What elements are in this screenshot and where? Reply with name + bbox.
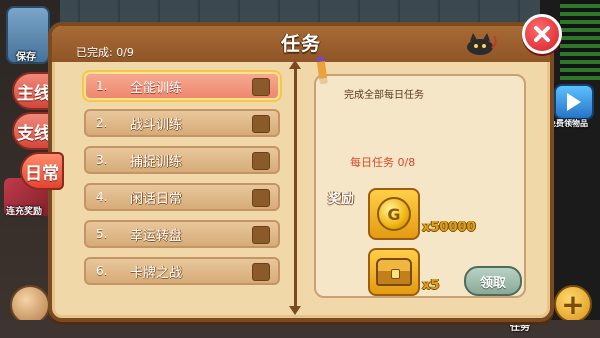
play-icon <box>567 93 581 111</box>
task-name: 战斗训练 <box>130 117 183 133</box>
claim-button[interactable]: 领取 <box>464 266 522 296</box>
task-number: 6. <box>96 264 108 278</box>
scroll-down-icon[interactable] <box>289 306 301 315</box>
task-checkbox <box>252 189 270 207</box>
tab-daily-label: 日常 <box>25 163 59 184</box>
task-number: 2. <box>96 116 108 130</box>
task-name: 卡牌之战 <box>130 265 183 281</box>
gold-coin-icon: G <box>377 197 411 231</box>
task-panel: 任务 已完成: 0/9 1. 全能训练 2. 战斗训练 3. 捕捉训练 4. 闲… <box>48 22 554 322</box>
task-number: 5. <box>96 227 108 241</box>
storage-label: 保存 <box>16 52 36 63</box>
task-detail-card: 完成全部每日任务 每日任务 0/8 奖励 G x50000 x5 <box>314 74 526 298</box>
signal-bars-decoration <box>560 0 600 80</box>
task-checkbox <box>252 78 270 96</box>
daily-progress: 每日任务 0/8 <box>350 156 416 169</box>
task-row-5[interactable]: 5. 幸运转盘 <box>84 220 280 248</box>
task-name: 全能训练 <box>130 80 183 96</box>
chest-qty: x5 <box>422 278 440 293</box>
tab-daily[interactable]: 日常 <box>20 152 64 190</box>
tab-side-quest-label: 支线 <box>17 123 51 144</box>
task-description: 完成全部每日任务 <box>344 90 424 101</box>
task-row-3[interactable]: 3. 捕捉训练 <box>84 146 280 174</box>
streak-reward-label: 连充奖励 <box>6 207 43 217</box>
task-name: 捕捉训练 <box>130 154 183 170</box>
task-checkbox <box>252 263 270 281</box>
close-icon <box>534 26 550 42</box>
function-button[interactable]: + <box>554 285 592 323</box>
task-checkbox <box>252 226 270 244</box>
task-number: 1. <box>96 79 108 93</box>
task-name: 闲话日常 <box>130 191 183 207</box>
task-checkbox <box>252 152 270 170</box>
video-play-button[interactable] <box>554 84 594 120</box>
chest-reward <box>368 248 420 296</box>
pet-icon[interactable] <box>10 285 50 325</box>
task-name: 幸运转盘 <box>130 228 183 244</box>
close-button[interactable] <box>522 14 562 54</box>
task-number: 4. <box>96 190 108 204</box>
reward-label: 奖励 <box>328 192 355 207</box>
task-row-6[interactable]: 6. 卡牌之战 <box>84 257 280 285</box>
video-label: 免费领物品 <box>548 119 588 128</box>
scrollbar[interactable] <box>294 66 297 310</box>
gold-qty: x50000 <box>422 220 476 235</box>
tab-main-quest-label: 主线 <box>17 83 51 104</box>
task-checkbox <box>252 115 270 133</box>
task-number: 3. <box>96 153 108 167</box>
plus-icon: + <box>561 287 585 321</box>
task-list: 1. 全能训练 2. 战斗训练 3. 捕捉训练 4. 闲话日常 5. 幸运转盘 … <box>66 66 288 318</box>
task-row-4[interactable]: 4. 闲话日常 <box>84 183 280 211</box>
task-row-2[interactable]: 2. 战斗训练 <box>84 109 280 137</box>
gold-coin-reward: G <box>368 188 420 240</box>
completed-count: 已完成: 0/9 <box>76 46 134 59</box>
claim-label: 领取 <box>479 275 506 291</box>
cat-icon <box>467 33 497 55</box>
task-row-1[interactable]: 1. 全能训练 <box>84 72 280 100</box>
treasure-chest-icon <box>376 258 412 286</box>
